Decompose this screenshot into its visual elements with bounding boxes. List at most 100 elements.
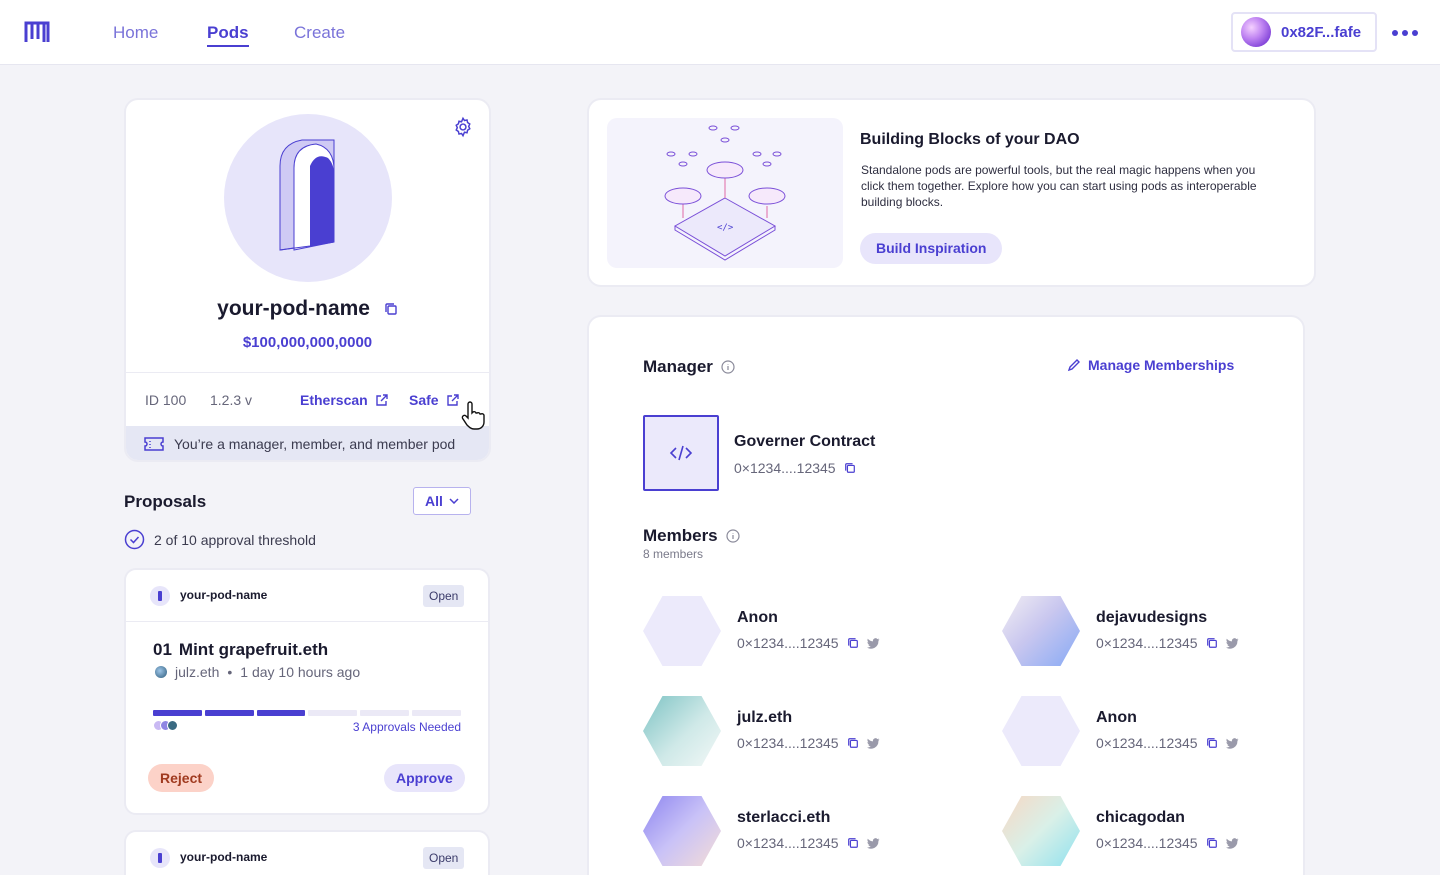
divider <box>126 372 489 373</box>
proposal-filter-select[interactable]: All <box>413 487 471 515</box>
svg-text:</>: </> <box>717 223 734 233</box>
contract-address-text: 0×1234....12345 <box>734 460 836 476</box>
chevron-down-icon <box>449 498 459 504</box>
member-avatar <box>1002 696 1080 766</box>
member-name: julz.eth <box>737 709 793 726</box>
status-badge: Open <box>423 847 465 869</box>
pod-name-text: your-pod-name <box>217 297 370 320</box>
etherscan-label: Etherscan <box>300 392 368 408</box>
pod-mini-avatar <box>150 586 170 606</box>
ticket-icon <box>144 437 164 451</box>
member-avatar <box>643 596 721 666</box>
contract-name: Governer Contract <box>734 433 876 450</box>
member-item[interactable]: Anon 0×1234....12345 <box>1002 696 1322 766</box>
member-avatar <box>1002 796 1080 866</box>
wallet-address: 0x82F...fafe <box>1281 23 1362 41</box>
copy-icon[interactable] <box>847 637 859 649</box>
proposal-author[interactable]: julz.eth <box>175 664 219 680</box>
proposal-number: 01 <box>153 640 172 659</box>
hand-cursor-icon <box>461 401 485 430</box>
arch-icon <box>279 139 335 251</box>
more-menu-icon[interactable] <box>1392 30 1418 36</box>
copy-icon[interactable] <box>1206 637 1218 649</box>
member-address-text: 0×1234....12345 <box>1096 835 1198 851</box>
member-address-text: 0×1234....12345 <box>1096 635 1198 651</box>
approval-threshold: 2 of 10 approval threshold <box>124 529 316 550</box>
member-address: 0×1234....12345 <box>1096 835 1239 851</box>
members-title-text: Members <box>643 526 718 545</box>
external-link-icon <box>446 393 459 406</box>
member-address: 0×1234....12345 <box>737 735 880 751</box>
proposal-meta: julz.eth • 1 day 10 hours ago <box>155 664 360 680</box>
copy-icon[interactable] <box>1206 837 1218 849</box>
logo-icon[interactable] <box>24 20 50 44</box>
manage-memberships-link[interactable]: Manage Memberships <box>1067 357 1234 373</box>
copy-icon[interactable] <box>1206 737 1218 749</box>
member-name: Anon <box>1096 709 1137 726</box>
member-avatar <box>643 796 721 866</box>
twitter-icon[interactable] <box>1225 737 1239 749</box>
separator-dot: • <box>227 664 233 680</box>
info-icon[interactable] <box>726 529 740 543</box>
info-icon[interactable] <box>721 360 735 374</box>
code-icon <box>669 445 693 461</box>
copy-icon[interactable] <box>844 462 856 474</box>
pod-mini-avatar <box>150 848 170 868</box>
progress-segment <box>360 710 410 716</box>
member-item[interactable]: Anon 0×1234....12345 <box>643 596 963 666</box>
voter-avatars <box>153 720 178 731</box>
approve-button[interactable]: Approve <box>384 764 465 792</box>
etherscan-link[interactable]: Etherscan <box>300 392 388 408</box>
copy-icon[interactable] <box>847 737 859 749</box>
filter-value: All <box>425 493 443 509</box>
member-name: chicagodan <box>1096 809 1185 826</box>
proposal-header: your-pod-name Open <box>126 570 488 622</box>
twitter-icon[interactable] <box>866 837 880 849</box>
approval-progress <box>153 710 461 716</box>
pod-version: 1.2.3 v <box>210 392 253 408</box>
proposal-card[interactable]: your-pod-name Open 01 Mint grapefruit.eth… <box>124 568 490 815</box>
proposal-time: 1 day 10 hours ago <box>240 664 361 680</box>
member-address: 0×1234....12345 <box>737 835 880 851</box>
nav-home[interactable]: Home <box>113 23 158 43</box>
safe-link[interactable]: Safe <box>409 392 459 408</box>
nav-pods[interactable]: Pods <box>207 23 249 47</box>
member-address: 0×1234....12345 <box>1096 635 1239 651</box>
pod-id: ID 100 <box>145 392 187 408</box>
twitter-icon[interactable] <box>1225 837 1239 849</box>
member-address: 0×1234....12345 <box>737 635 880 651</box>
proposals-title: Proposals <box>124 492 207 511</box>
gear-icon[interactable] <box>452 116 474 138</box>
member-address-text: 0×1234....12345 <box>737 735 839 751</box>
pod-card: your-pod-name $100,000,000,0000 ID 100 1… <box>124 98 491 462</box>
pod-value: $100,000,000,0000 <box>242 334 373 351</box>
manager-title: Manager <box>643 357 735 377</box>
twitter-icon[interactable] <box>1225 637 1239 649</box>
manager-title-text: Manager <box>643 357 713 376</box>
member-name: sterlacci.eth <box>737 809 831 826</box>
member-address-text: 0×1234....12345 <box>737 635 839 651</box>
pencil-icon <box>1067 359 1080 372</box>
proposal-title-text: Mint grapefruit.eth <box>178 640 329 659</box>
twitter-icon[interactable] <box>866 637 880 649</box>
wallet-button[interactable]: 0x82F...fafe <box>1231 12 1377 52</box>
proposal-title: 01 Mint grapefruit.eth <box>153 640 328 660</box>
member-item[interactable]: sterlacci.eth 0×1234....12345 <box>643 796 963 866</box>
twitter-icon[interactable] <box>866 737 880 749</box>
progress-segment <box>308 710 358 716</box>
proposal-card[interactable]: your-pod-name Open <box>124 830 490 875</box>
progress-segment <box>256 710 306 716</box>
building-blocks-illustration: </> <box>607 118 843 268</box>
members-count: 8 members <box>643 547 704 561</box>
role-text: You’re a manager, member, and member pod <box>174 436 456 452</box>
reject-button[interactable]: Reject <box>148 764 215 792</box>
member-item[interactable]: julz.eth 0×1234....12345 <box>643 696 963 766</box>
member-item[interactable]: dejavudesigns 0×1234....12345 <box>1002 596 1322 666</box>
member-avatar <box>643 696 721 766</box>
copy-icon[interactable] <box>384 302 398 316</box>
member-item[interactable]: chicagodan 0×1234....12345 <box>1002 796 1322 866</box>
build-inspiration-button[interactable]: Build Inspiration <box>860 233 1003 264</box>
nav-create[interactable]: Create <box>294 23 345 43</box>
copy-icon[interactable] <box>847 837 859 849</box>
members-title: Members <box>643 526 740 546</box>
